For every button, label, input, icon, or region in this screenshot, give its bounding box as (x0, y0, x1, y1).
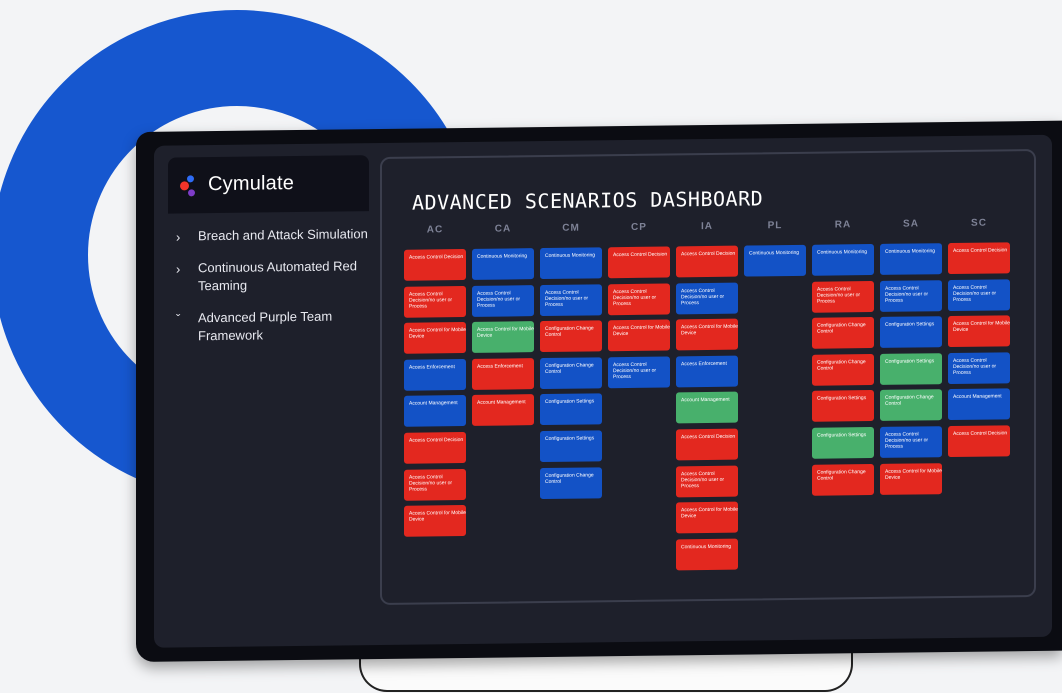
sidebar-item-label: Continuous Automated Red Teaming (198, 258, 357, 294)
scenario-card[interactable]: Configuration Change Control (540, 320, 602, 353)
scenario-card[interactable]: Access Control Decision/no user or Proce… (880, 279, 942, 312)
scenario-card[interactable]: Access Control for Mobile Device (676, 318, 738, 351)
scenario-card[interactable]: Access Control Decision/no user or Proce… (676, 282, 738, 314)
scenario-card[interactable]: Continuous Monitoring (676, 538, 738, 571)
scenario-card[interactable]: Account Management (948, 388, 1010, 421)
scenario-card[interactable]: Continuous Monitoring (540, 247, 602, 280)
dashboard-title: ADVANCED SCENARIOS DASHBOARD (412, 186, 764, 215)
scenario-card[interactable]: Access Control Decision (608, 246, 670, 279)
scenario-card[interactable]: Account Management (676, 392, 738, 424)
scenario-card[interactable]: Access Control Decision/no user or Proce… (608, 283, 670, 315)
scenario-card[interactable]: Access Control for Mobile Device (472, 321, 534, 354)
scenario-card[interactable]: Access Control for Mobile Device (676, 501, 738, 534)
scenario-card[interactable]: Access Control for Mobile Device (404, 322, 466, 354)
column-header-ia: IA (701, 220, 713, 233)
sidebar-item-breach-and-attack-simulation[interactable]: › Breach and Attack Simulation (172, 225, 372, 245)
scenario-card[interactable]: Access Control for Mobile Device (404, 505, 466, 537)
scenario-card[interactable]: Configuration Change Control (812, 353, 874, 386)
column-header-sc: SC (971, 217, 987, 229)
sidebar-item-continuous-automated-red-teaming[interactable]: › Continuous Automated Red Teaming (172, 257, 372, 295)
scenario-card[interactable]: Access Control Decision/no user or Proce… (676, 465, 738, 497)
scenario-card[interactable]: Access Control Decision/no user or Proce… (472, 284, 534, 317)
scenario-card[interactable]: Access Control Decision/no user or Proce… (948, 278, 1010, 311)
scenario-card[interactable]: Access Enforcement (404, 358, 466, 391)
scenario-card[interactable]: Access Control Decision/no user or Proce… (608, 356, 670, 389)
scenario-card[interactable]: Access Control Decision (948, 425, 1010, 458)
sidebar-header: Cymulate (168, 155, 369, 214)
scenario-card[interactable]: Access Control Decision (948, 242, 1010, 275)
scenario-card[interactable]: Continuous Monitoring (744, 244, 806, 277)
scenario-card[interactable]: Access Control for Mobile Device (880, 462, 942, 495)
column-header-ra: RA (834, 219, 852, 231)
column-header-sa: SA (903, 218, 919, 230)
column-header-ac: AC (426, 224, 444, 236)
scenario-card[interactable]: Access Control Decision/no user or Proce… (880, 426, 942, 458)
scenario-card[interactable]: Configuration Settings (540, 430, 602, 463)
scenario-card[interactable]: Configuration Settings (812, 426, 874, 459)
scenario-card[interactable]: Access Control Decision/no user or Proce… (812, 280, 874, 313)
sidebar-item-label: Advanced Purple Team Framework (198, 308, 333, 344)
scenario-card[interactable]: Configuration Settings (540, 393, 602, 426)
scenario-card[interactable]: Continuous Monitoring (880, 243, 942, 275)
sidebar-item-advanced-purple-team-framework[interactable]: ˇ Advanced Purple Team Framework (172, 307, 372, 345)
scenario-card[interactable]: Account Management (404, 395, 466, 428)
scenario-card[interactable]: Configuration Settings (880, 316, 942, 349)
scenario-card[interactable]: Access Control Decision (676, 245, 738, 278)
chevron-right-icon: › (176, 261, 181, 277)
scenario-card[interactable]: Access Control Decision (404, 248, 466, 281)
scenario-card[interactable]: Configuration Change Control (540, 466, 602, 499)
scenario-card[interactable]: Configuration Settings (880, 352, 942, 385)
column-header-ca: CA (494, 223, 512, 235)
sidebar-item-label: Breach and Attack Simulation (198, 226, 368, 244)
scenario-card[interactable]: Continuous Monitoring (812, 243, 874, 276)
scenario-card[interactable]: Access Control Decision/no user or Proce… (540, 283, 602, 316)
scenario-card[interactable]: Access Control Decision (404, 431, 466, 464)
scenario-card[interactable]: Configuration Change Control (880, 389, 942, 422)
brand-name: Cymulate (208, 172, 295, 196)
scenario-card[interactable]: Access Control Decision/no user or Proce… (404, 285, 466, 318)
scenario-card[interactable]: Access Control for Mobile Device (608, 319, 670, 352)
scenario-card[interactable]: Continuous Monitoring (472, 248, 534, 280)
scenario-card[interactable]: Configuration Change Control (812, 317, 874, 349)
scenario-card[interactable]: Access Control Decision/no user or Proce… (948, 352, 1010, 384)
chevron-down-icon: ˇ (176, 311, 181, 327)
monitor-frame: Cymulate › Breach and Attack Simulation … (136, 120, 1062, 662)
column-header-cm: CM (562, 222, 580, 234)
scenario-card[interactable]: Configuration Settings (812, 390, 874, 423)
app-screen: Cymulate › Breach and Attack Simulation … (154, 134, 1052, 648)
scenario-card[interactable]: Access Enforcement (472, 357, 534, 390)
scenario-card[interactable]: Configuration Change Control (540, 357, 602, 389)
scenario-card[interactable]: Access Control Decision/no user or Proce… (404, 468, 466, 501)
dashboard-panel: ADVANCED SCENARIOS DASHBOARD AC Access Co… (380, 149, 1036, 606)
column-header-pl: PL (767, 220, 783, 232)
scenario-card[interactable]: Configuration Change Control (812, 463, 874, 496)
scenario-card[interactable]: Access Control for Mobile Device (948, 315, 1010, 348)
column-header-cp: CP (631, 221, 647, 233)
cymulate-logo-icon (180, 175, 202, 197)
sidebar-nav: › Breach and Attack Simulation › Continu… (172, 225, 372, 359)
chevron-right-icon: › (176, 229, 181, 245)
scenario-card[interactable]: Access Control Decision (676, 428, 738, 461)
scenario-card[interactable]: Access Enforcement (676, 355, 738, 388)
scenario-card[interactable]: Account Management (472, 394, 534, 427)
